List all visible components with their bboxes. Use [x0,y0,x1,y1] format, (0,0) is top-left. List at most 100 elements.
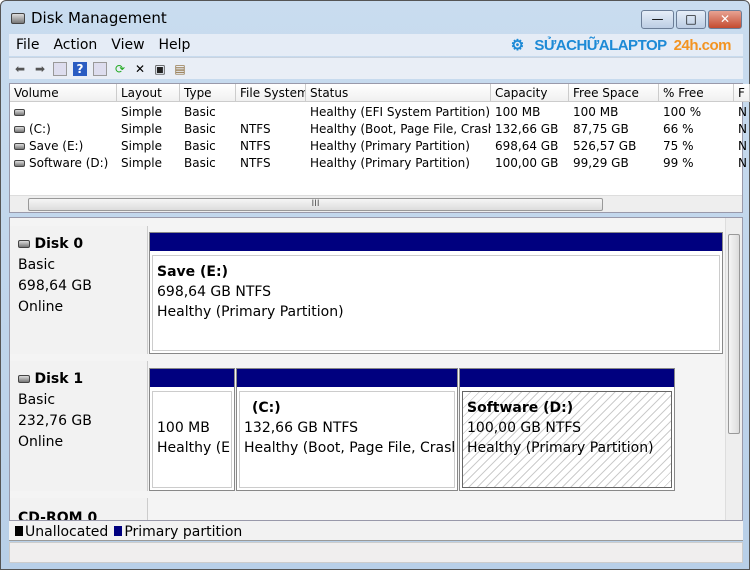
table-cell[interactable]: 75 % [659,138,734,155]
horizontal-scrollbar[interactable]: III [10,195,742,212]
properties-icon[interactable]: ▣ [153,62,167,76]
status-bar [9,542,743,563]
cell-text: 100 MB [495,105,541,119]
back-icon[interactable]: ⬅ [13,62,27,76]
column-header[interactable]: File System [236,84,306,102]
primary-swatch [114,526,123,536]
table-cell[interactable]: 99,29 GB [569,155,659,172]
cell-text: Simple [121,122,162,136]
table-cell[interactable]: 99 % [659,155,734,172]
partition-save-e[interactable]: Save (E:) 698,64 GB NTFS Healthy (Primary … [149,232,723,354]
hard-disk-icon [18,240,30,248]
volume-name-cell[interactable] [10,104,117,121]
cell-text: 75 % [663,139,694,153]
table-cell[interactable]: Healthy (Primary Partition) [306,155,491,172]
menu-action[interactable]: Action [46,37,104,53]
table-cell[interactable]: NTFS [236,155,306,172]
table-cell[interactable]: 526,57 GB [569,138,659,155]
table-cell[interactable]: Basic [180,155,236,172]
column-header[interactable]: Status [306,84,491,102]
disk-0-label[interactable]: Disk 0 Basic 698,64 GB Online [10,226,148,354]
table-cell[interactable]: Healthy (EFI System Partition) [306,104,491,121]
table-cell[interactable]: 698,64 GB [491,138,569,155]
table-cell[interactable]: 132,66 GB [491,121,569,138]
watermark-logo: ⚙ SỬACHỮALAPTOP 24h.com [510,37,732,54]
volume-icon [14,126,25,133]
table-cell[interactable]: Simple [117,104,180,121]
menu-help[interactable]: Help [152,37,198,53]
legend-primary: Primary partition [124,524,243,540]
delete-icon[interactable]: ✕ [133,62,147,76]
table-cell[interactable]: Simple [117,121,180,138]
cell-text: N [738,156,747,170]
scroll-thumb[interactable] [728,234,740,434]
column-header[interactable]: % Free [659,84,734,102]
close-button[interactable]: ✕ [708,10,742,29]
console-tree-icon[interactable] [53,61,67,76]
volume-name-cell[interactable]: Save (E:) [10,138,117,155]
cell-text: Basic [184,105,216,119]
forward-icon[interactable]: ➡ [33,62,47,76]
cell-text: (C:) [29,122,51,136]
partition-c[interactable]: (C:) 132,66 GB NTFS Healthy (Boot, Page Fi… [236,368,458,491]
cdrom-0-label[interactable]: CD-ROM 0 [10,498,148,520]
menu-view[interactable]: View [104,37,151,53]
cell-text: N [738,122,747,136]
table-cell[interactable]: 100,00 GB [491,155,569,172]
table-cell[interactable]: N [734,104,750,121]
cell-text: 66 % [663,122,694,136]
table-cell[interactable]: 100 % [659,104,734,121]
volume-icon [14,109,25,116]
table-cell[interactable]: Simple [117,138,180,155]
table-cell[interactable]: 87,75 GB [569,121,659,138]
column-header[interactable]: Volume [10,84,117,102]
cell-text: NTFS [240,122,271,136]
cell-text: 132,66 GB [495,122,559,136]
minimize-button[interactable]: — [641,10,674,29]
partition-software-d[interactable]: Software (D:) 100,00 GB NTFS Healthy (Prim… [459,368,675,491]
unallocated-swatch [15,526,23,536]
table-cell[interactable]: Basic [180,138,236,155]
table-cell[interactable] [236,104,306,121]
table-cell[interactable]: NTFS [236,121,306,138]
column-header[interactable]: Free Space [569,84,659,102]
refresh-icon[interactable]: ⟳ [113,62,127,76]
table-cell[interactable]: Basic [180,104,236,121]
vertical-scrollbar[interactable] [725,218,742,520]
cell-text: Save (E:) [29,139,84,153]
legend: Unallocated Primary partition [9,521,743,541]
column-header[interactable]: Type [180,84,236,102]
column-header[interactable]: F [734,84,750,102]
table-cell[interactable]: Healthy (Boot, Page File, Crash... [306,121,491,138]
table-cell[interactable]: NTFS [236,138,306,155]
table-cell[interactable]: N [734,121,750,138]
help-icon[interactable]: ? [73,61,87,76]
table-cell[interactable]: Simple [117,155,180,172]
menu-file[interactable]: File [9,37,46,53]
partition-efi[interactable]: 100 MBHealthy (EFI System Partition) [149,368,235,491]
scroll-thumb[interactable]: III [28,198,603,211]
table-cell[interactable]: 66 % [659,121,734,138]
cell-text: Simple [121,156,162,170]
rescan-icon[interactable]: ▤ [173,62,187,76]
maximize-button[interactable]: □ [676,10,706,29]
table-cell[interactable]: Basic [180,121,236,138]
table-cell[interactable]: 100 MB [491,104,569,121]
table-cell[interactable]: N [734,138,750,155]
volume-name-cell[interactable]: Software (D:) [10,155,117,172]
volume-icon [14,143,25,150]
cell-text: Simple [121,139,162,153]
table-cell[interactable]: Healthy (Primary Partition) [306,138,491,155]
column-header[interactable]: Layout [117,84,180,102]
cell-text: 99,29 GB [573,156,629,170]
table-cell[interactable]: N [734,155,750,172]
disk-1-label[interactable]: Disk 1 Basic 232,76 GB Online [10,361,148,491]
disk-graphical-view: Disk 0 Basic 698,64 GB Online Save (E:) 698… [9,217,743,521]
volume-list: Volume Layout Type File System Status Capacit… [9,83,750,213]
action-pane-icon[interactable] [93,61,107,76]
volume-name-cell[interactable]: (C:) [10,121,117,138]
table-cell[interactable]: 100 MB [569,104,659,121]
cell-text: N [738,139,747,153]
column-header[interactable]: Capacity [491,84,569,102]
cell-text: Software (D:) [29,156,109,170]
